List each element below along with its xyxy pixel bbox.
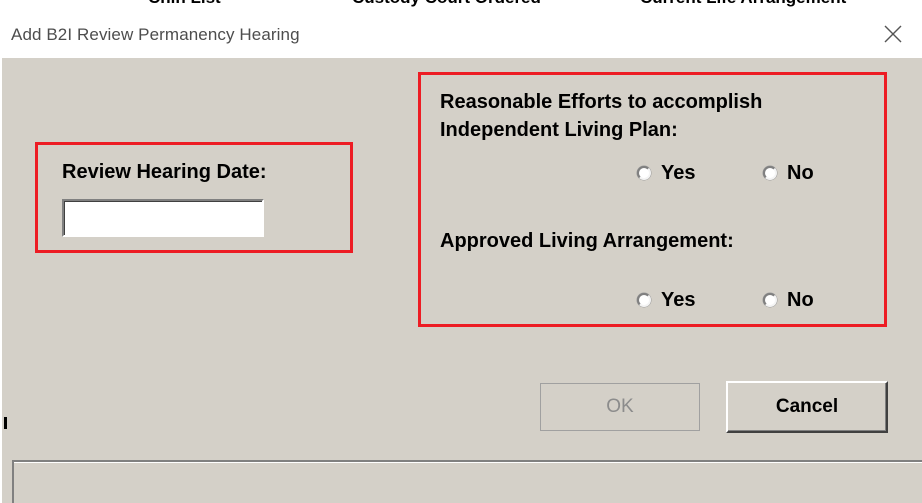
status-bar: [12, 460, 922, 503]
reasonable-efforts-label-line2: Independent Living Plan:: [440, 119, 678, 141]
window-title: Add B2I Review Permanency Hearing: [11, 25, 300, 44]
background-text-fragment: Chin List: [148, 0, 221, 8]
approved-living-label: Approved Living Arrangement:: [440, 230, 734, 252]
ok-button[interactable]: OK: [540, 383, 700, 431]
dialog-window: Chin List Custody Court Ordered Current …: [0, 0, 922, 503]
reasonable-efforts-label-line1: Reasonable Efforts to accomplish: [440, 91, 763, 113]
radio-button-icon[interactable]: [637, 293, 651, 307]
background-text-fragment: Custody Court Ordered: [352, 0, 541, 8]
window-left-edge: [0, 58, 2, 503]
radio-button-icon[interactable]: [637, 166, 651, 180]
approved-living-no-radio[interactable]: No: [763, 288, 814, 312]
approved-living-yes-radio[interactable]: Yes: [637, 288, 695, 312]
background-text-fragment: Current Life Arrangement: [640, 0, 846, 8]
close-button[interactable]: [876, 17, 910, 51]
window-edge-tick: [4, 417, 7, 429]
radio-label: No: [787, 162, 814, 184]
radio-label: Yes: [661, 162, 696, 184]
close-icon: [884, 25, 902, 43]
cancel-button[interactable]: Cancel: [726, 381, 888, 433]
radio-button-icon[interactable]: [763, 293, 777, 307]
radio-label: Yes: [661, 289, 696, 311]
radio-label: No: [787, 289, 814, 311]
title-bar[interactable]: Add B2I Review Permanency Hearing: [0, 9, 922, 58]
radio-button-icon[interactable]: [763, 166, 777, 180]
background-window-strip: Chin List Custody Court Ordered Current …: [0, 0, 922, 9]
reasonable-efforts-no-radio[interactable]: No: [763, 161, 814, 185]
review-date-input[interactable]: [62, 199, 264, 237]
review-date-label: Review Hearing Date:: [62, 161, 267, 183]
reasonable-efforts-yes-radio[interactable]: Yes: [637, 161, 695, 185]
